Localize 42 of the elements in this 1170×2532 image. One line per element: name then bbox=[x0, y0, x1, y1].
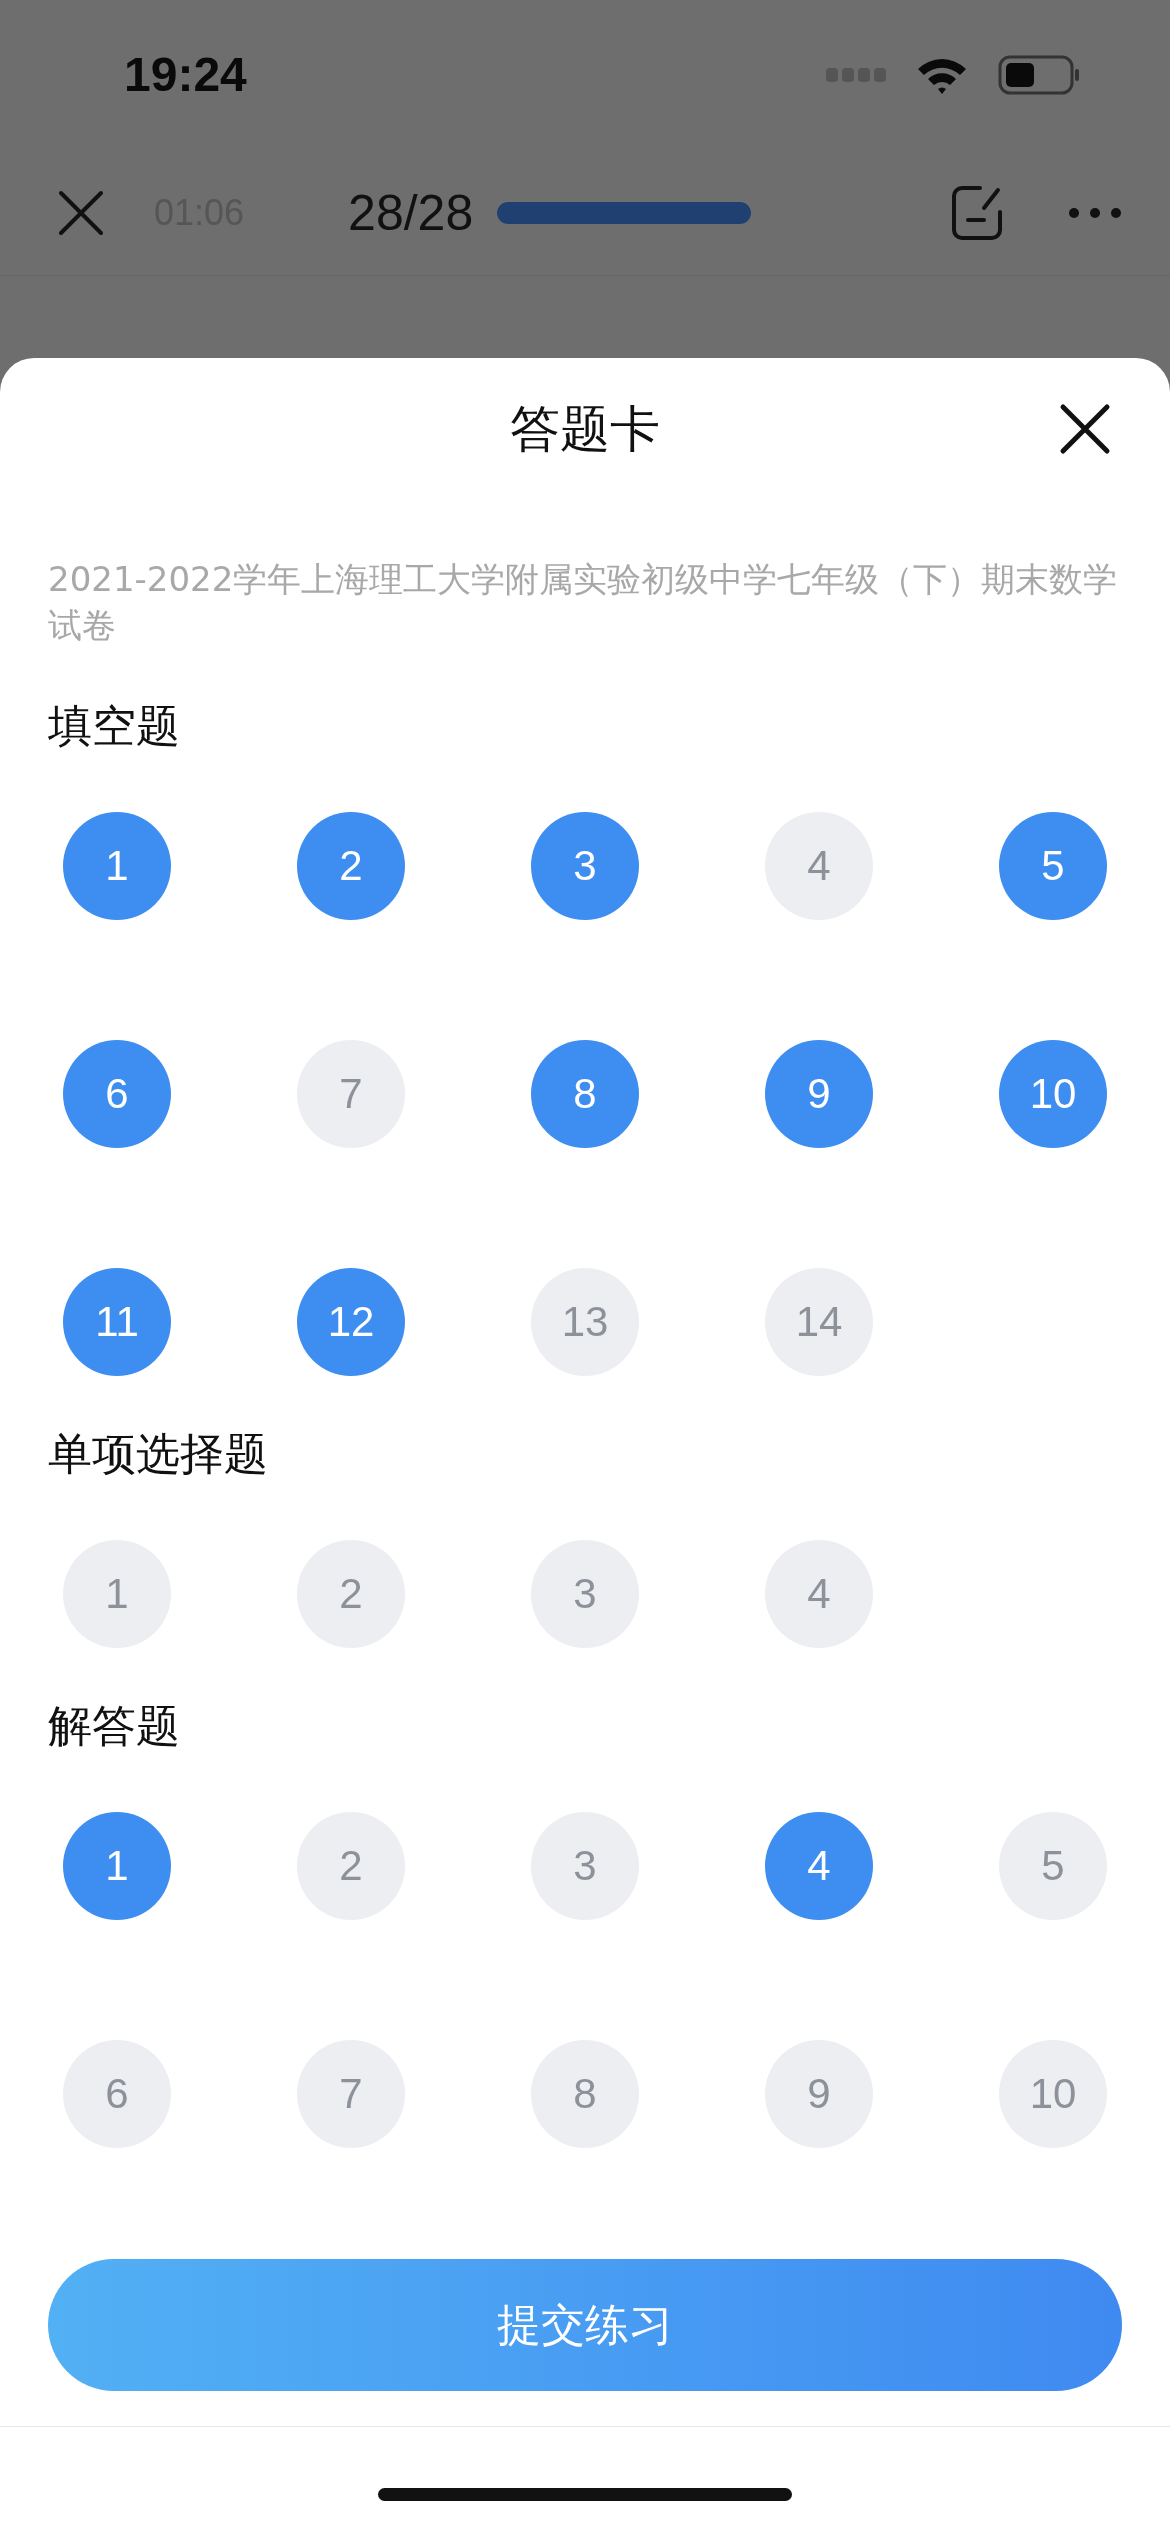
question-number-button[interactable]: 2 bbox=[297, 1540, 405, 1648]
question-number-button[interactable]: 9 bbox=[765, 2040, 873, 2148]
question-number-button[interactable]: 13 bbox=[531, 1268, 639, 1376]
sheet-title: 答题卡 bbox=[510, 398, 660, 460]
question-number-button[interactable]: 3 bbox=[531, 1812, 639, 1920]
question-number-button[interactable]: 10 bbox=[999, 1040, 1107, 1148]
question-number-button[interactable]: 14 bbox=[765, 1268, 873, 1376]
question-number-button[interactable]: 5 bbox=[999, 812, 1107, 920]
question-number-button[interactable]: 3 bbox=[531, 812, 639, 920]
question-number-button[interactable]: 4 bbox=[765, 812, 873, 920]
question-number-button[interactable]: 7 bbox=[297, 1040, 405, 1148]
battery-icon bbox=[998, 55, 1080, 95]
question-number-button[interactable]: 2 bbox=[297, 1812, 405, 1920]
question-number-button[interactable]: 1 bbox=[63, 812, 171, 920]
question-number-button[interactable]: 3 bbox=[531, 1540, 639, 1648]
question-number-button[interactable]: 5 bbox=[999, 1812, 1107, 1920]
question-number-button[interactable]: 11 bbox=[63, 1268, 171, 1376]
question-number-button[interactable]: 12 bbox=[297, 1268, 405, 1376]
section-heading: 解答题 bbox=[47, 1699, 181, 1753]
question-number-button[interactable]: 4 bbox=[765, 1812, 873, 1920]
question-number-button[interactable]: 6 bbox=[63, 2040, 171, 2148]
more-icon[interactable] bbox=[1068, 206, 1122, 219]
close-icon[interactable] bbox=[58, 189, 104, 236]
question-number-button[interactable]: 8 bbox=[531, 2040, 639, 2148]
submit-button[interactable]: 提交练习 bbox=[48, 2259, 1122, 2391]
question-number-button[interactable]: 1 bbox=[63, 1540, 171, 1648]
section-heading: 单项选择题 bbox=[47, 1427, 269, 1481]
question-number-button[interactable]: 7 bbox=[297, 2040, 405, 2148]
question-number-button[interactable]: 9 bbox=[765, 1040, 873, 1148]
question-number-button[interactable]: 6 bbox=[63, 1040, 171, 1148]
progress-count: 28/28 bbox=[348, 183, 474, 242]
question-number-button[interactable]: 8 bbox=[531, 1040, 639, 1148]
paper-title: 2021-2022学年上海理工大学附属实验初级中学七年级（下）期末数学试卷 bbox=[47, 558, 1119, 647]
section-heading: 填空题 bbox=[47, 699, 181, 753]
note-edit-icon[interactable] bbox=[950, 183, 1004, 242]
question-number-button[interactable]: 4 bbox=[765, 1540, 873, 1648]
signal-icon bbox=[826, 68, 886, 82]
question-number-button[interactable]: 2 bbox=[297, 812, 405, 920]
question-number-button[interactable]: 10 bbox=[999, 2040, 1107, 2148]
close-button[interactable] bbox=[1058, 402, 1112, 456]
question-number-button[interactable]: 1 bbox=[63, 1812, 171, 1920]
status-time: 19:24 bbox=[124, 46, 247, 102]
